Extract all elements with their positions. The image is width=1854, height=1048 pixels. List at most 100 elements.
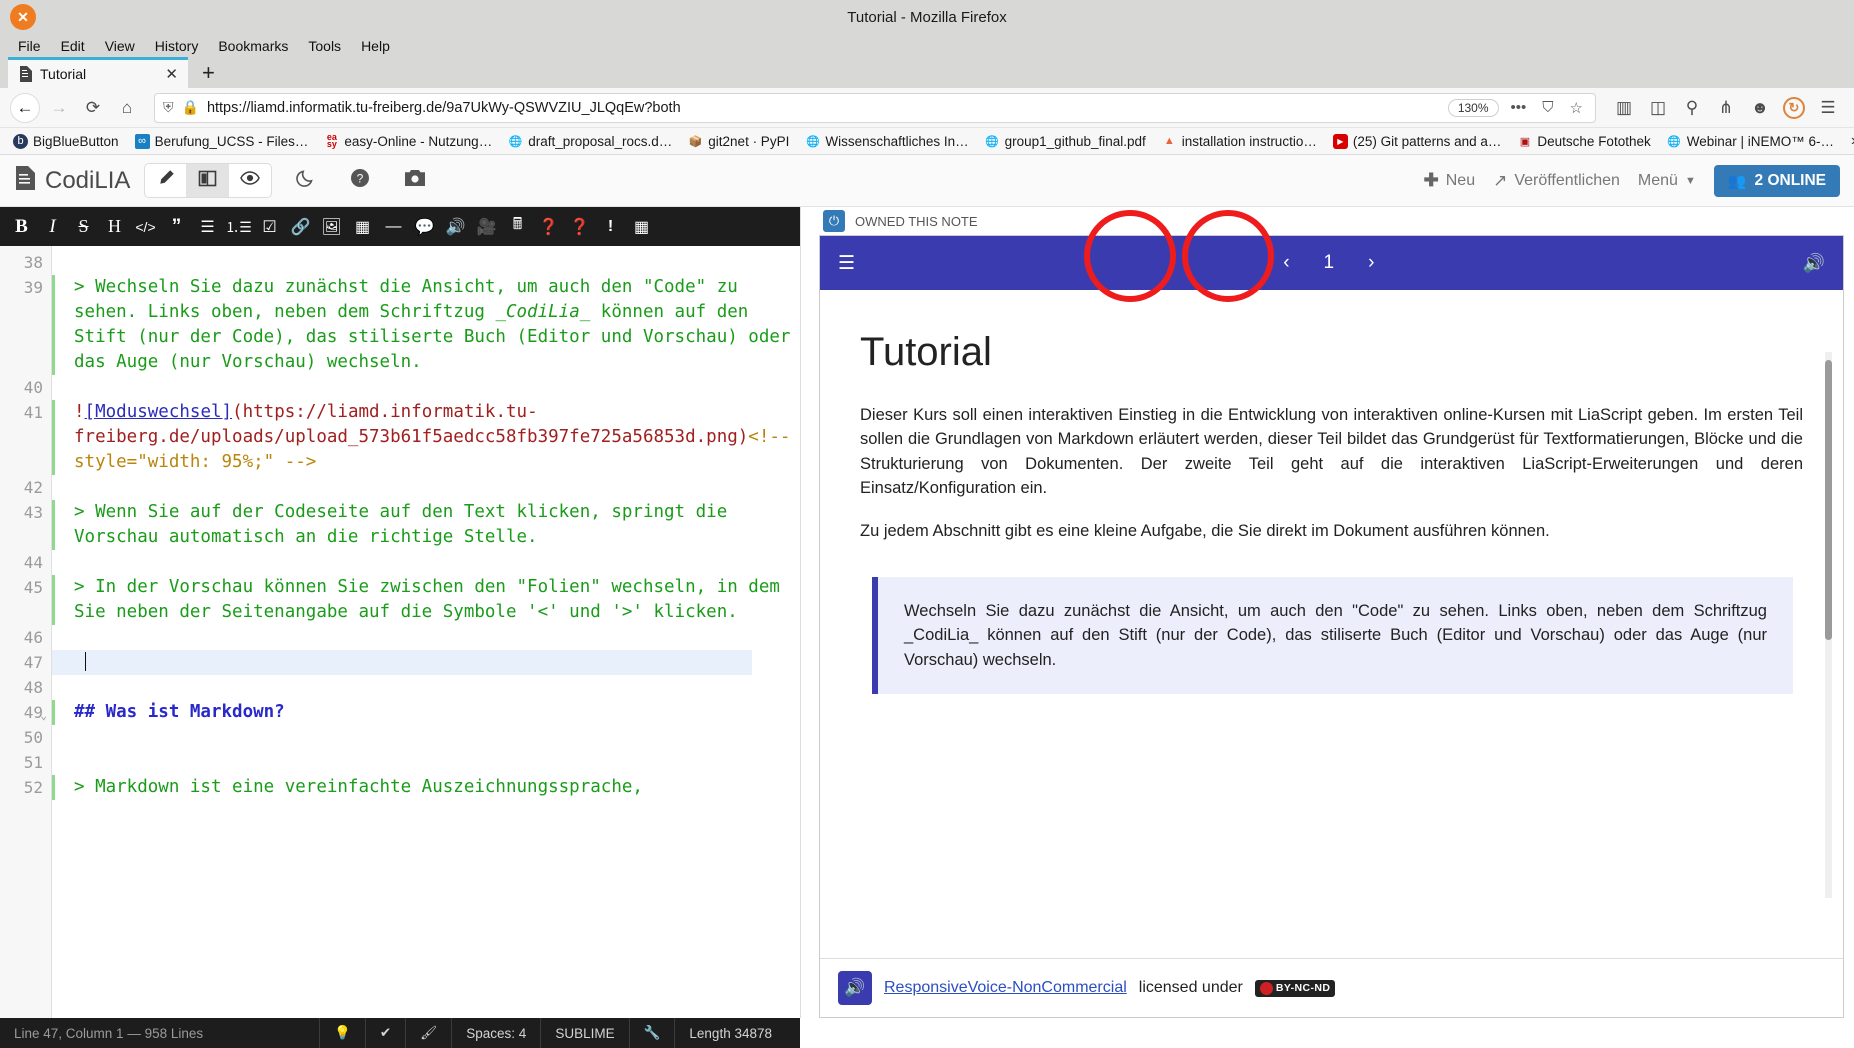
heading-button[interactable]: H <box>99 211 130 242</box>
menu-file[interactable]: File <box>8 36 51 56</box>
code-line[interactable] <box>52 550 800 575</box>
exclamation-button[interactable]: ! <box>595 211 626 242</box>
new-note-button[interactable]: ✚ Neu <box>1424 170 1475 191</box>
video-button[interactable]: 🎥 <box>471 211 502 242</box>
zoom-level-badge[interactable]: 130% <box>1447 98 1499 117</box>
cc-license-badge[interactable]: BY-NC-ND <box>1254 979 1336 997</box>
bookmark-wissenschaftliches[interactable]: 🌐 Wissenschaftliches In… <box>798 132 975 151</box>
app-brand[interactable]: CodiLIA <box>14 165 130 196</box>
account-icon[interactable]: ☻ <box>1744 93 1776 123</box>
code-line[interactable] <box>52 625 800 650</box>
pocket-icon[interactable]: ⛉ <box>1538 99 1557 116</box>
window-close-button[interactable]: ✕ <box>10 4 36 30</box>
menu-help[interactable]: Help <box>351 36 400 56</box>
home-icon[interactable]: ⌂ <box>112 93 142 123</box>
link-button[interactable]: 🔗 <box>285 211 316 242</box>
bookmark-berufung-ucss[interactable]: ∞ Berufung_UCSS - Files… <box>128 132 316 151</box>
bookmark-group1-github[interactable]: 🌐 group1_github_final.pdf <box>978 132 1153 151</box>
list-icon[interactable]: ☰ <box>838 252 855 275</box>
bookmark-git2net[interactable]: 📦 git2net · PyPI <box>681 132 796 151</box>
code-line[interactable] <box>52 650 752 675</box>
menu-tools[interactable]: Tools <box>298 36 351 56</box>
menu-edit[interactable]: Edit <box>51 36 95 56</box>
menu-bookmarks[interactable]: Bookmarks <box>208 36 298 56</box>
check-icon[interactable]: ✔ <box>364 1018 405 1048</box>
tab-tutorial[interactable]: Tutorial ✕ <box>8 57 188 88</box>
night-mode-button[interactable] <box>286 168 326 193</box>
lightbulb-icon[interactable]: 💡 <box>319 1018 365 1048</box>
help-button[interactable]: ? <box>340 168 380 193</box>
code-button[interactable]: </> <box>130 211 161 242</box>
italic-button[interactable]: I <box>37 211 68 242</box>
lock-icon[interactable]: 🔒 <box>182 99 199 116</box>
edit-mode-button[interactable] <box>145 164 188 197</box>
both-mode-button[interactable] <box>187 164 230 197</box>
publish-button[interactable]: ↗ Veröffentlichen <box>1493 171 1620 191</box>
code-line[interactable]: > Wenn Sie auf der Codeseite auf den Tex… <box>52 500 800 550</box>
code-line[interactable] <box>52 250 800 275</box>
menu-history[interactable]: History <box>145 36 209 56</box>
bold-button[interactable]: B <box>6 211 37 242</box>
menu-dropdown[interactable]: Menü ▼ <box>1638 172 1696 190</box>
editor-scroll-area[interactable]: 38 39 40 41 42 43 44 45 46 47 48 49 ⌄ 50 51 52 > Wechse… <box>0 246 800 1018</box>
bookmark-installation-instructions[interactable]: ▲ installation instructio… <box>1155 132 1324 151</box>
code-line[interactable]: ## Was ist Markdown? <box>52 700 800 725</box>
ordered-list-button[interactable]: ⒈☰ <box>223 211 254 242</box>
code-line[interactable]: > Markdown ist eine vereinfachte Auszeic… <box>52 775 800 800</box>
speaker-icon[interactable]: 🔊 <box>838 971 872 1005</box>
code-line[interactable] <box>52 375 800 400</box>
hamburger-menu-icon[interactable]: ☰ <box>1812 93 1844 123</box>
update-badge-icon[interactable]: ↻ <box>1778 93 1810 123</box>
sound-icon[interactable]: 🔊 <box>1803 253 1825 274</box>
table-button[interactable]: ▦ <box>347 211 378 242</box>
bookmark-star-icon[interactable]: ☆ <box>1566 99 1587 117</box>
comment-button[interactable]: 💬 <box>409 211 440 242</box>
code-area[interactable]: > Wechseln Sie dazu zunächst die Ansicht… <box>52 246 800 1018</box>
menu-view[interactable]: View <box>95 36 145 56</box>
bookmark-bigbluebutton[interactable]: b BigBlueButton <box>6 132 126 151</box>
code-line[interactable] <box>52 725 800 750</box>
code-line[interactable]: > In der Vorschau können Sie zwischen de… <box>52 575 800 625</box>
reload-icon[interactable]: ⟳ <box>78 93 108 123</box>
library-icon[interactable]: ▥ <box>1608 93 1640 123</box>
responsivevoice-link[interactable]: ResponsiveVoice-NonCommercial <box>884 979 1127 997</box>
strikethrough-button[interactable]: S <box>68 211 99 242</box>
image-button[interactable]: 🖼 <box>316 211 347 242</box>
grid-button[interactable]: ▦ <box>626 211 657 242</box>
horizontal-rule-button[interactable]: ― <box>378 211 409 242</box>
sidebar-icon[interactable]: ◫ <box>1642 93 1674 123</box>
preview-mode-button[interactable] <box>229 164 271 197</box>
tab-close-icon[interactable]: ✕ <box>165 65 178 83</box>
bookmark-deutsche-fotothek[interactable]: ▣ Deutsche Fotothek <box>1510 132 1657 151</box>
spaces-indicator[interactable]: Spaces: 4 <box>451 1018 540 1048</box>
brush-icon[interactable]: 🖌 <box>405 1018 451 1048</box>
bookmark-git-patterns-video[interactable]: ▶ (25) Git patterns and a… <box>1326 132 1509 151</box>
bookmarks-overflow-icon[interactable]: » <box>1843 132 1854 150</box>
extension-icon[interactable]: ⋔ <box>1710 93 1742 123</box>
power-icon[interactable]: ⏻ <box>823 210 845 232</box>
page-actions-icon[interactable]: ••• <box>1507 99 1531 116</box>
shield-icon[interactable]: ⛨ <box>163 99 174 116</box>
checklist-button[interactable]: ☑ <box>254 211 285 242</box>
bookmark-easy-online[interactable]: ea sy easy-Online - Nutzung… <box>317 132 499 151</box>
calculator-button[interactable]: 🖩 <box>502 211 533 242</box>
fold-toggle-icon[interactable]: ⌄ <box>40 703 47 728</box>
bookmark-draft-proposal[interactable]: 🌐 draft_proposal_rocs.d… <box>501 132 679 151</box>
quiz-button[interactable]: ❓ <box>564 211 595 242</box>
new-tab-button[interactable]: + <box>188 57 229 88</box>
next-slide-button[interactable]: › <box>1364 252 1378 274</box>
code-line[interactable] <box>52 750 800 775</box>
url-bar[interactable]: ⛨ 🔒 https://liamd.informatik.tu-freiberg… <box>154 92 1596 123</box>
code-line[interactable]: ![Moduswechsel](https://liamd.informatik… <box>52 400 800 475</box>
forward-icon[interactable]: → <box>44 93 74 123</box>
keymap-indicator[interactable]: SUBLIME <box>540 1018 628 1048</box>
code-line[interactable] <box>52 475 800 500</box>
bookmark-webinar-inemo[interactable]: 🌐 Webinar | iNEMO™ 6-… <box>1660 132 1841 151</box>
pocket-toolbar-icon[interactable]: ⚲ <box>1676 93 1708 123</box>
unordered-list-button[interactable]: ☰ <box>192 211 223 242</box>
audio-button[interactable]: 🔊 <box>440 211 471 242</box>
back-icon[interactable]: ← <box>10 92 40 123</box>
preview-scrollbar-thumb[interactable] <box>1825 360 1832 640</box>
online-users-button[interactable]: 👥 2 ONLINE <box>1713 164 1840 197</box>
code-line[interactable] <box>52 675 800 700</box>
